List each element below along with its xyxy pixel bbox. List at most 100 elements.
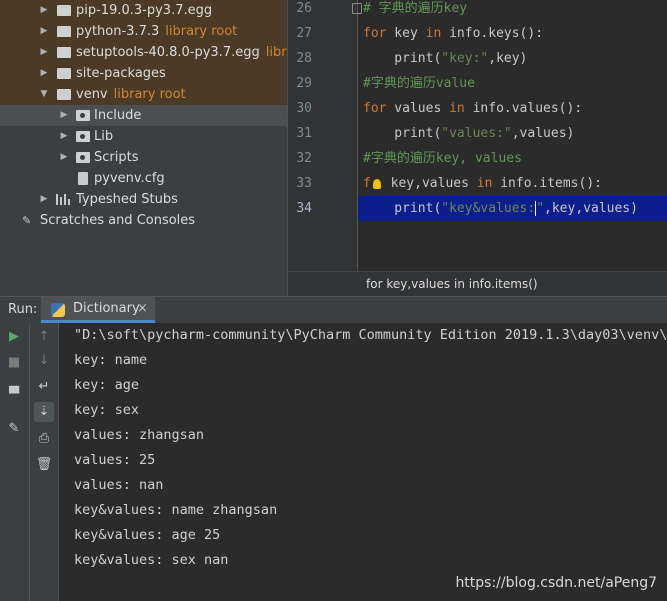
code-line[interactable]: # 字典的遍历key — [363, 0, 467, 21]
tree-item-label: Lib — [94, 129, 114, 144]
code-token: in — [449, 101, 465, 116]
python-icon — [51, 303, 65, 317]
expand-arrow-icon[interactable]: ▶ — [58, 126, 70, 147]
breadcrumb[interactable]: for key,values in info.items() — [288, 271, 667, 296]
tree-item-label: site-packages — [76, 66, 166, 81]
tree-item-pip[interactable]: ▶ pip-19.0.3-py3.7.egg — [0, 0, 287, 21]
line-number: 30 — [296, 101, 312, 116]
tree-item-lib[interactable]: ▶ Lib — [0, 126, 287, 147]
soft-wrap-icon[interactable]: ↵ — [34, 377, 54, 397]
stop-icon[interactable]: ■ — [4, 353, 24, 373]
run-toolwindow-header: Run: Dictionary × — [0, 296, 667, 324]
expand-arrow-icon[interactable]: ▶ — [38, 21, 50, 42]
layout-icon[interactable]: ▀ — [4, 385, 24, 405]
down-arrow-icon[interactable]: ↓ — [34, 351, 54, 371]
watermark: https://blog.csdn.net/aPeng7 — [455, 575, 657, 591]
tree-item-label: Scratches and Consoles — [40, 213, 196, 228]
close-icon[interactable]: × — [137, 297, 148, 320]
tree-item-include[interactable]: ▶ Include — [0, 105, 287, 126]
library-bars-icon — [56, 194, 70, 205]
tree-item-scratches[interactable]: ✎ Scratches and Consoles — [0, 210, 287, 231]
code-token: values — [386, 101, 450, 116]
code-line[interactable]: #字典的遍历value — [363, 71, 475, 96]
code-token: ,key) — [488, 51, 528, 66]
line-number: 29 — [296, 76, 312, 91]
tree-item-text: setuptools-40.8.0-py3.7.egg library r — [76, 42, 287, 63]
expand-arrow-icon[interactable]: ▶ — [58, 105, 70, 126]
print-icon[interactable]: ⎙ — [34, 429, 54, 449]
code-token: # — [363, 1, 371, 16]
code-line[interactable]: print("key&values:",key,values) — [363, 196, 638, 221]
code-line[interactable]: #字典的遍历key, values — [363, 146, 522, 171]
run-tab-label: Dictionary — [73, 301, 140, 316]
code-token: "values:" — [441, 126, 512, 141]
console-line: key: age — [74, 377, 140, 393]
run-tab-dictionary[interactable]: Dictionary × — [41, 297, 155, 323]
scroll-to-end-icon[interactable]: ⇣ — [34, 402, 54, 422]
tree-item-label: python-3.7.3 — [76, 24, 160, 39]
expand-arrow-icon[interactable]: ▶ — [38, 63, 50, 84]
code-token: for — [363, 101, 387, 116]
code-line[interactable]: for key in info.keys(): — [363, 21, 543, 46]
tree-item-label: venv — [76, 87, 108, 102]
tree-item-label: Include — [94, 108, 142, 123]
code-token: key,values — [382, 176, 477, 191]
rerun-icon[interactable]: ▶ — [4, 327, 24, 347]
tree-item-text: python-3.7.3 library root — [76, 21, 237, 42]
code-line[interactable]: print("key:",key) — [363, 46, 527, 71]
line-number: 28 — [296, 51, 312, 66]
tree-item-label: setuptools-40.8.0-py3.7.egg — [76, 45, 260, 60]
line-number: 33 — [296, 176, 312, 191]
fold-marker-icon[interactable] — [352, 3, 362, 14]
trash-icon[interactable]: 🗑 — [34, 455, 54, 475]
console-line: key: sex — [74, 402, 140, 418]
console-output[interactable]: "D:\soft\pycharm-community\PyCharm Commu… — [59, 323, 667, 601]
expand-arrow-icon[interactable]: ▶ — [38, 0, 50, 21]
tree-item-label: pyvenv.cfg — [94, 171, 165, 186]
code-token: #字典的遍历value — [363, 76, 475, 91]
code-line[interactable]: for values in info.values(): — [363, 96, 582, 121]
code-token: "key:" — [441, 51, 489, 66]
code-token: info.values(): — [464, 101, 583, 116]
tree-item-site-packages[interactable]: ▶ site-packages — [0, 63, 287, 84]
code-token: info.keys(): — [441, 26, 544, 41]
code-line[interactable]: f key,values in info.items(): — [363, 171, 602, 196]
code-line[interactable]: print("values:",values) — [363, 121, 574, 146]
pin-icon[interactable]: ✎ — [4, 419, 24, 439]
collapse-arrow-icon[interactable]: ▼ — [38, 84, 50, 105]
console-line: key&values: sex nan — [74, 552, 229, 568]
folder-icon — [57, 68, 71, 79]
tree-item-setuptools[interactable]: ▶ setuptools-40.8.0-py3.7.egg library r — [0, 42, 287, 63]
expand-arrow-icon[interactable]: ▶ — [38, 189, 50, 210]
line-number: 27 — [296, 26, 312, 41]
library-root-tag: library root — [165, 24, 238, 39]
library-root-tag: library root — [113, 87, 186, 102]
code-editor[interactable]: 26 27 28 29 30 31 32 33 34 # 字典的遍历key for key in … — [288, 0, 667, 296]
expand-arrow-icon[interactable]: ▶ — [58, 147, 70, 168]
folder-icon — [57, 89, 71, 100]
breadcrumb-item[interactable]: for key,values in info.items() — [366, 277, 538, 291]
expand-arrow-icon[interactable]: ▶ — [38, 42, 50, 63]
tree-item-typeshed[interactable]: ▶ Typeshed Stubs — [0, 189, 287, 210]
code-token: for — [363, 26, 387, 41]
up-arrow-icon[interactable]: ↑ — [34, 327, 54, 347]
console-line: values: nan — [74, 477, 164, 493]
lightbulb-icon[interactable] — [372, 178, 381, 189]
tree-item-python[interactable]: ▶ python-3.7.3 library root — [0, 21, 287, 42]
tree-item-scripts[interactable]: ▶ Scripts — [0, 147, 287, 168]
library-root-tag: library r — [265, 45, 287, 60]
line-number: 31 — [296, 126, 312, 141]
code-token: ,key,values) — [544, 201, 638, 216]
line-number: 26 — [296, 1, 312, 16]
tree-item-label: Scripts — [94, 150, 139, 165]
project-tree: ▶ pip-19.0.3-py3.7.egg ▶ python-3.7.3 lib… — [0, 0, 287, 296]
tree-item-venv[interactable]: ▼ venv library root — [0, 84, 287, 105]
line-number: 32 — [296, 151, 312, 166]
tree-item-label: Typeshed Stubs — [76, 192, 178, 207]
code-token: "key&values: — [441, 201, 536, 216]
code-token: #字典的遍历key, values — [363, 151, 522, 166]
package-folder-icon — [76, 131, 90, 142]
run-label: Run: — [8, 302, 38, 317]
code-token: info.items(): — [492, 176, 602, 191]
tree-item-pyvenv[interactable]: pyvenv.cfg — [0, 168, 287, 189]
